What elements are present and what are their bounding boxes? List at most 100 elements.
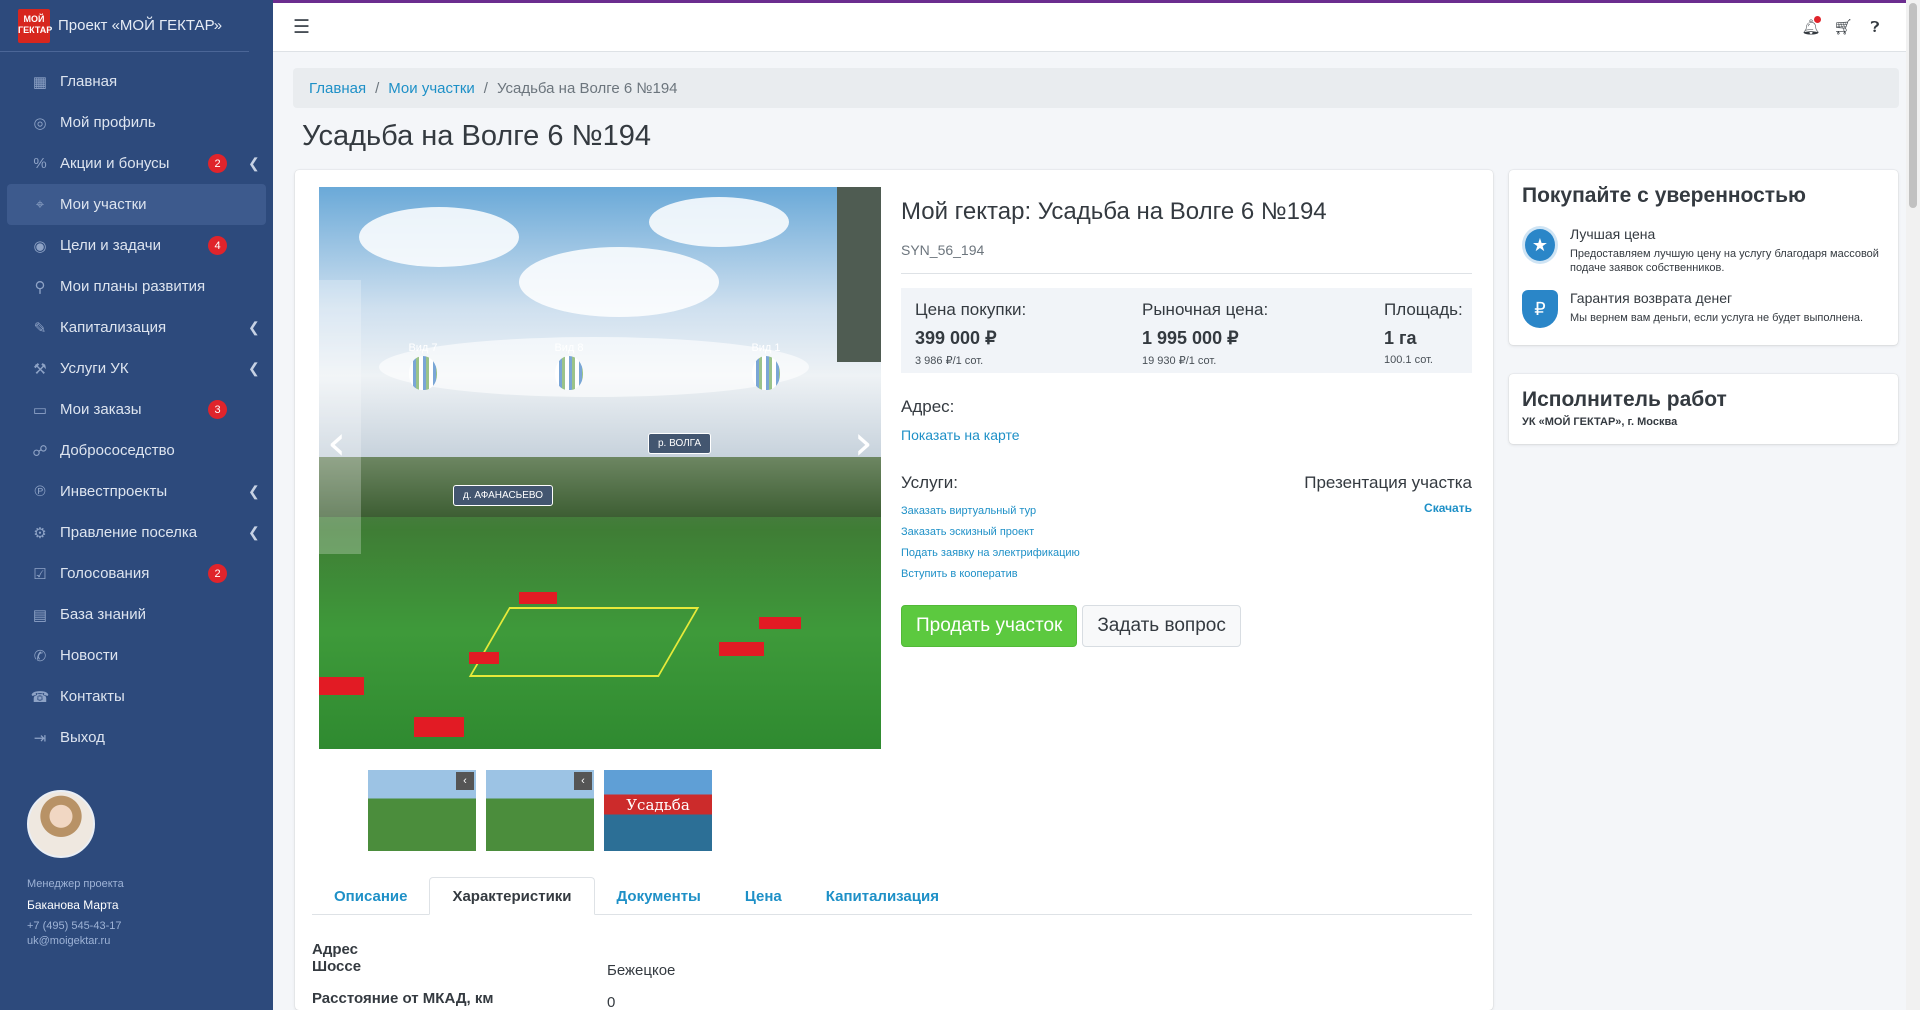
- brand[interactable]: МОЙ ГЕКТАР Проект «МОЙ ГЕКТАР»: [0, 0, 249, 52]
- characteristic-key: Шоссе: [312, 958, 362, 975]
- benefit-title: Гарантия возврата денег: [1570, 290, 1733, 306]
- sidebar-item-label: Мои заказы: [60, 401, 142, 418]
- sidebar-item-goals[interactable]: ◉ Цели и задачи 4: [7, 225, 266, 266]
- page-scrollbar[interactable]: [1906, 0, 1920, 1010]
- area: Площадь: 1 га 100.1 сот.: [1384, 300, 1463, 366]
- price-value: 399 000 ₽: [915, 328, 997, 348]
- sidebar-item-home[interactable]: ▦ Главная: [7, 61, 266, 102]
- sidebar-item-plans[interactable]: ⚲ Мои планы развития: [7, 266, 266, 307]
- tab-characteristics[interactable]: Характеристики: [429, 877, 595, 915]
- tab-documents[interactable]: Документы: [595, 877, 723, 915]
- tab-capitalization[interactable]: Капитализация: [804, 877, 961, 915]
- sidebar-item-promotions[interactable]: % Акции и бонусы 2 ❮: [7, 143, 266, 184]
- cloud: [359, 207, 519, 267]
- sidebar-item-voting[interactable]: ☑ Голосования 2: [7, 553, 266, 594]
- sidebar-item-label: Капитализация: [60, 319, 167, 336]
- contacts-icon: ☎: [30, 688, 50, 706]
- sidebar: МОЙ ГЕКТАР Проект «МОЙ ГЕКТАР» ▦ Главная…: [0, 0, 273, 1010]
- purchase-price: Цена покупки: 399 000 ₽ 3 986 ₽/1 сот.: [915, 300, 1026, 367]
- services-label: Услуги:: [901, 473, 959, 492]
- profile-icon: ◎: [33, 114, 47, 132]
- market-price: Рыночная цена: 1 995 000 ₽ 19 930 ₽/1 со…: [1142, 300, 1268, 367]
- sidebar-item-label: Мои планы развития: [60, 278, 206, 295]
- breadcrumb-separator: /: [483, 79, 488, 97]
- manager-role: Менеджер проекта: [27, 878, 124, 890]
- breadcrumb-separator: /: [375, 79, 380, 97]
- sidebar-item-orders[interactable]: ▭ Мои заказы 3: [7, 389, 266, 430]
- sidebar-item-profile[interactable]: ◎ Мой профиль: [7, 102, 266, 143]
- price-value: 1 995 000 ₽: [1142, 328, 1239, 348]
- sidebar-item-capitalization[interactable]: ✎ Капитализация ❮: [7, 307, 266, 348]
- service-link-cooperative[interactable]: Вступить в кооператив: [901, 564, 1472, 585]
- price-per-sotka: 19 930 ₽/1 сот.: [1142, 355, 1217, 367]
- sidebar-item-label: Контакты: [60, 688, 125, 705]
- contractor-name: УК «МОЙ ГЕКТАР», г. Москва: [1522, 416, 1678, 428]
- sidebar-item-label: Акции и бонусы: [60, 155, 170, 172]
- tab-price[interactable]: Цена: [723, 877, 804, 915]
- balloon-icon: [555, 356, 583, 390]
- plot-title: Мой гектар: Усадьба на Волге 6 №194: [901, 198, 1327, 225]
- plans-icon: ⚲: [34, 278, 46, 296]
- service-link-virtual-tour[interactable]: Заказать виртуальный тур: [901, 501, 1472, 522]
- plot-code: SYN_56_194: [901, 242, 985, 258]
- show-on-map-link[interactable]: Показать на карте: [901, 427, 1472, 443]
- gallery-prev-arrow[interactable]: ‹: [327, 415, 346, 471]
- sidebar-item-knowledge[interactable]: ▤ База знаний: [7, 594, 266, 635]
- balloon-marker[interactable]: Вид 7: [408, 342, 438, 390]
- bell-icon[interactable]: 🔔︎: [1801, 16, 1821, 36]
- invest-icon: ℗: [34, 483, 46, 500]
- map-pin-icon: ⌖: [35, 196, 45, 213]
- manager-phone-link[interactable]: +7 (495) 545-43-17: [27, 920, 124, 932]
- sidebar-item-contacts[interactable]: ☎ Контакты: [7, 676, 266, 717]
- balloon-marker[interactable]: Вид 8: [554, 342, 584, 390]
- service-link-sketch-project[interactable]: Заказать эскизный проект: [901, 522, 1472, 543]
- gallery-next-arrow[interactable]: ›: [854, 415, 873, 471]
- balloon-marker[interactable]: Вид 1: [751, 342, 781, 390]
- page-title: Усадьба на Волге 6 №194: [302, 120, 652, 152]
- benefit-money-back: ₽ Гарантия возврата денег Мы вернем вам …: [1522, 290, 1890, 328]
- cart-icon[interactable]: 🛒︎: [1833, 18, 1852, 36]
- download-presentation-link[interactable]: Скачать: [1424, 501, 1472, 515]
- breadcrumb-my-plots-link[interactable]: Мои участки: [388, 80, 475, 97]
- service-link-electrification[interactable]: Подать заявку на электрификацию: [901, 543, 1472, 564]
- chevron-left-icon: ❮: [248, 483, 260, 499]
- plot-marker: [414, 717, 464, 737]
- tab-description[interactable]: Описание: [312, 877, 429, 915]
- help-icon[interactable]: ❓︎: [1866, 18, 1884, 36]
- sidebar-item-services[interactable]: ⚒ Услуги УК ❮: [7, 348, 266, 389]
- sidebar-item-neighbors[interactable]: ☍ Добрососедство: [7, 430, 266, 471]
- sidebar-item-label: Услуги УК: [60, 360, 129, 377]
- sidebar-item-logout[interactable]: ⇥ Выход: [7, 717, 266, 758]
- sidebar-item-news[interactable]: ✆ Новости: [7, 635, 266, 676]
- chevron-left-icon: ‹: [574, 772, 592, 790]
- cloud: [379, 337, 809, 397]
- thumbnail[interactable]: Усадьба: [604, 770, 712, 851]
- sidebar-item-label: Добрососедство: [60, 442, 175, 459]
- sidebar-item-my-plots[interactable]: ⌖ Мои участки: [7, 184, 266, 225]
- thumbnail[interactable]: ‹: [486, 770, 594, 851]
- sidebar-item-investments[interactable]: ℗ Инвестпроекты ❮: [7, 471, 266, 512]
- sidebar-item-label: Правление поселка: [60, 524, 198, 541]
- balloon-icon: [752, 356, 780, 390]
- sidebar-item-label: Новости: [60, 647, 119, 664]
- cloud: [519, 247, 719, 317]
- hamburger-icon[interactable]: ☰: [293, 16, 310, 39]
- sell-plot-button[interactable]: Продать участок: [901, 605, 1078, 647]
- photo-gallery[interactable]: Вид 7 Вид 8 Вид 1 р. ВОЛГА д. АФАНАСЬЕВО…: [319, 187, 881, 749]
- scroll-thumb[interactable]: [1909, 3, 1917, 208]
- price-label: Цена покупки:: [915, 300, 1027, 319]
- brand-title: Проект «МОЙ ГЕКТАР»: [58, 17, 223, 34]
- star-icon: ★: [1522, 226, 1558, 264]
- sidebar-item-board[interactable]: ⚙ Правление поселка ❮: [7, 512, 266, 553]
- thumbnail[interactable]: ‹: [368, 770, 476, 851]
- plot-info: Мой гектар: Усадьба на Волге 6 №194 SYN_…: [901, 198, 1472, 647]
- sidebar-item-label: База знаний: [60, 606, 146, 623]
- price-box: Цена покупки: 399 000 ₽ 3 986 ₽/1 сот. Р…: [901, 288, 1472, 373]
- header-icons: 🔔︎ 🛒︎ ❓︎: [1801, 16, 1884, 36]
- manager-email-link[interactable]: uk@moigektar.ru: [27, 935, 124, 947]
- plot-marker: [469, 652, 499, 664]
- plot-marker: [519, 592, 557, 604]
- grid-icon: ▦: [32, 73, 48, 91]
- breadcrumb-home-link[interactable]: Главная: [309, 80, 366, 97]
- ask-question-button[interactable]: Задать вопрос: [1082, 605, 1241, 647]
